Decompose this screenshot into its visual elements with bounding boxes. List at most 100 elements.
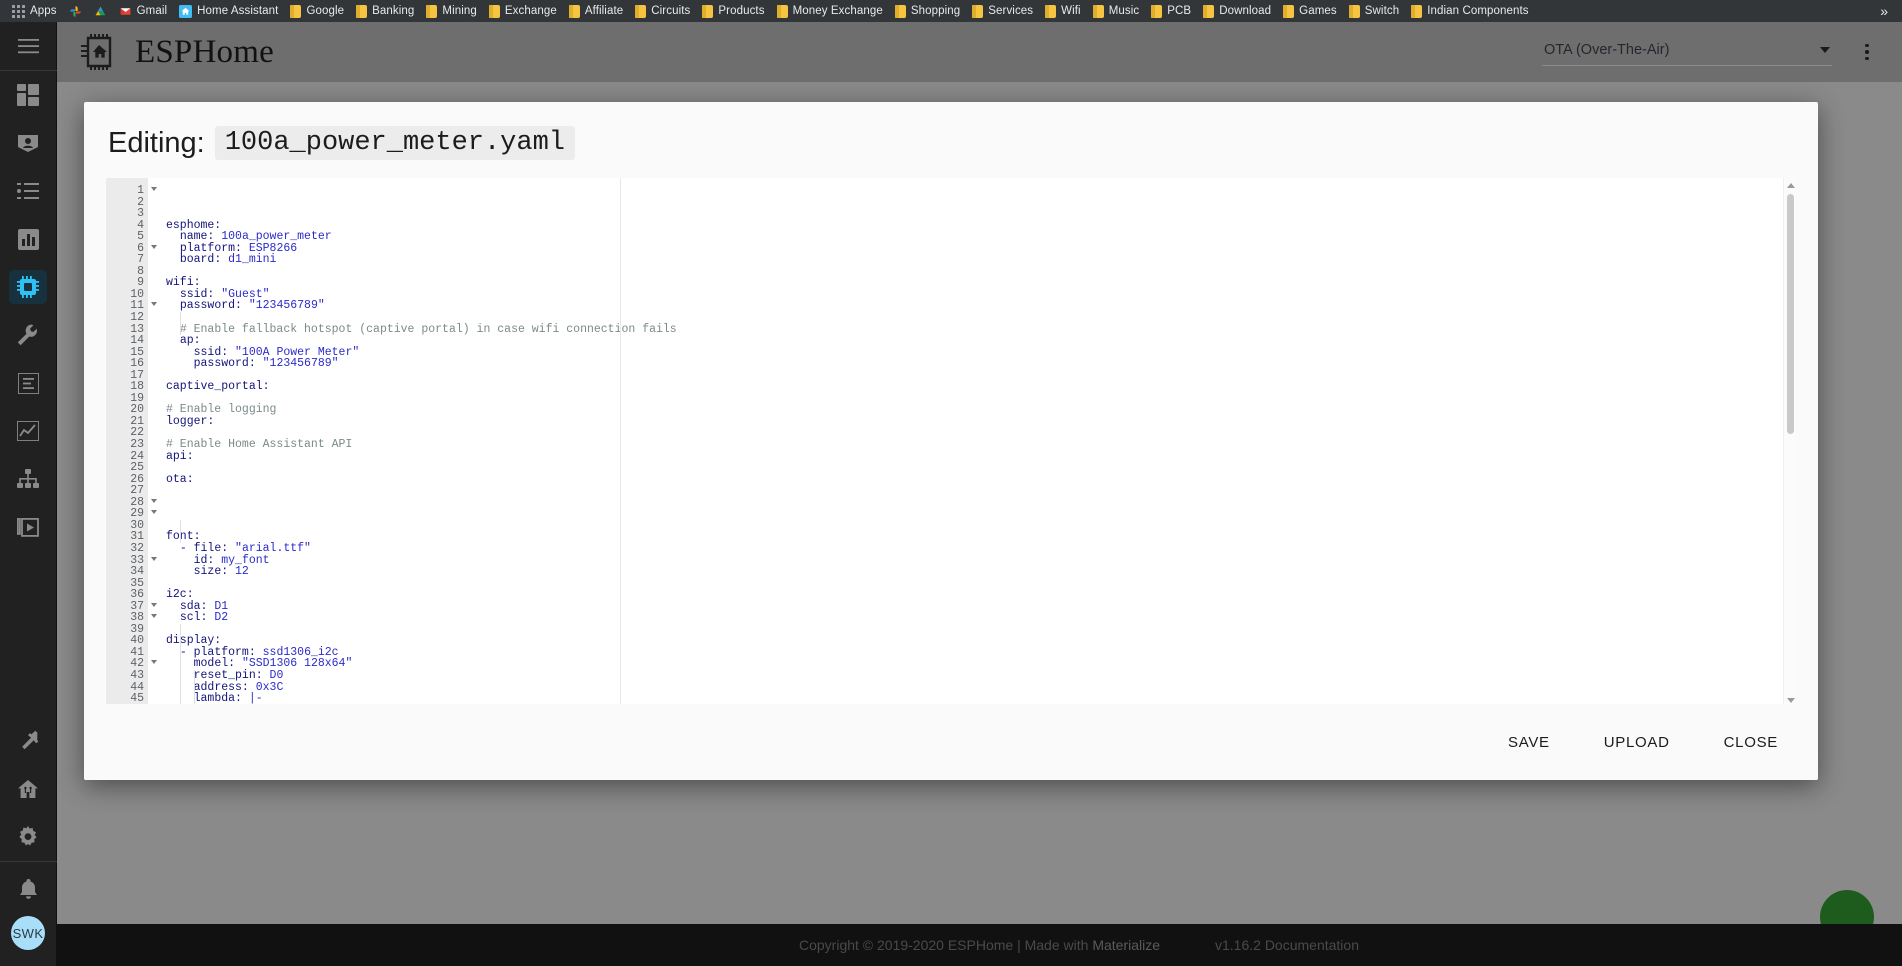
hamburger-menu-icon <box>17 38 39 53</box>
line-number: 23 <box>130 438 144 452</box>
sidebar-item-overview[interactable] <box>0 71 57 119</box>
bookmark-folder-download[interactable]: Download <box>1197 1 1277 21</box>
folder-icon <box>1348 4 1360 18</box>
bookmarks-overflow-button[interactable]: » <box>1872 3 1896 19</box>
upload-button[interactable]: UPLOAD <box>1594 726 1680 759</box>
bookmark-label: Music <box>1108 5 1140 17</box>
editor-code-area[interactable]: esphome: name: 100a_power_meter platform… <box>148 178 1796 707</box>
sidebar-item-home-assistant[interactable] <box>0 765 57 813</box>
scroll-up-arrow-icon[interactable] <box>1787 183 1795 188</box>
bookmark-folder-games[interactable]: Games <box>1277 1 1343 21</box>
folder-icon <box>356 4 368 18</box>
editor-line-number-gutter: 1 2 3 4 5 6 7 8 9 10 11 12 13 14 15 16 17 18 19 20 21 22 23 24 2… <box>106 178 157 707</box>
sidebar-item-history[interactable] <box>0 407 57 455</box>
browser-bookmarks-bar: Apps Gmail Home Assistant Google Banking… <box>0 0 1902 22</box>
sidebar-item-media[interactable] <box>0 503 57 551</box>
bookmark-folder-pcb[interactable]: PCB <box>1145 1 1197 21</box>
code-line: address: 0x3C <box>193 680 284 694</box>
bookmark-label: Games <box>1299 5 1337 17</box>
folder-icon <box>1203 4 1215 18</box>
line-number: 14 <box>130 334 144 348</box>
folder-icon <box>1045 4 1057 18</box>
footer-copyright: Copyright © 2019-2020 ESPHome | Made wit… <box>57 937 1902 953</box>
bookmark-label: PCB <box>1167 5 1192 17</box>
left-nav-rail: SWK <box>0 22 57 966</box>
scrollbar-thumb[interactable] <box>1787 194 1794 434</box>
bookmark-folder-affiliate[interactable]: Affiliate <box>563 1 629 21</box>
footer-copyright-text: Copyright © 2019-2020 ESPHome | Made wit… <box>798 937 1093 953</box>
avatar[interactable]: SWK <box>11 916 45 950</box>
bookmark-folder-products[interactable]: Products <box>696 1 770 21</box>
sidebar-item-contacts[interactable] <box>0 119 57 167</box>
sidebar-item-notifications[interactable] <box>0 862 57 916</box>
more-vertical-icon[interactable] <box>1848 43 1886 61</box>
header-actions: OTA (Over-The-Air) <box>1542 38 1902 66</box>
bookmark-folder-circuits[interactable]: Circuits <box>629 1 696 21</box>
sidebar-item-statistics[interactable] <box>0 215 57 263</box>
line-number: 3 <box>137 207 144 221</box>
sidebar-item-developer-tools[interactable] <box>0 311 57 359</box>
sitemap-icon <box>17 469 39 488</box>
bookmark-folder-indian-components[interactable]: Indian Components <box>1405 1 1534 21</box>
footer-version[interactable]: v1.16.2 Documentation <box>1215 937 1359 953</box>
folder-icon <box>972 4 984 18</box>
bookmark-home-assistant[interactable]: Home Assistant <box>173 1 284 21</box>
google-drive-icon <box>95 6 105 15</box>
editing-label: Editing: <box>108 126 205 159</box>
bookmark-folder-wifi[interactable]: Wifi <box>1039 1 1087 21</box>
sidebar-item-settings[interactable] <box>0 813 57 861</box>
bookmark-gmail[interactable]: Gmail <box>113 1 174 21</box>
home-logo-icon <box>18 780 38 798</box>
ota-select[interactable]: OTA (Over-The-Air) <box>1542 38 1832 66</box>
bookmark-folder-exchange[interactable]: Exchange <box>483 1 563 21</box>
media-player-icon <box>17 517 39 537</box>
sidebar-item-menu[interactable] <box>0 22 57 70</box>
close-button[interactable]: CLOSE <box>1714 726 1788 759</box>
code-line: model: "SSD1306 128x64" <box>193 657 353 671</box>
bookmark-folder-money-exchange[interactable]: Money Exchange <box>771 1 889 21</box>
apps-button[interactable]: Apps <box>6 1 63 21</box>
editor-vertical-scrollbar[interactable] <box>1783 178 1796 707</box>
indent-guide <box>179 312 181 336</box>
yaml-code-editor[interactable]: 1 2 3 4 5 6 7 8 9 10 11 12 13 14 15 16 17 18 19 20 21 22 23 24 2… <box>106 178 1796 708</box>
line-number: 34 <box>130 565 144 579</box>
folder-icon <box>776 4 788 18</box>
code-line: board: d1_mini <box>179 253 277 267</box>
bookmark-folder-mining[interactable]: Mining <box>420 1 482 21</box>
bookmark-folder-music[interactable]: Music <box>1087 1 1146 21</box>
folder-icon <box>702 4 714 18</box>
sidebar-item-network[interactable] <box>0 455 57 503</box>
bookmark-folder-google[interactable]: Google <box>284 1 350 21</box>
bookmark-folder-switch[interactable]: Switch <box>1343 1 1405 21</box>
bookmark-drive[interactable] <box>88 1 113 21</box>
materialize-link[interactable]: Materialize <box>1092 937 1160 953</box>
bookmark-folder-shopping[interactable]: Shopping <box>889 1 966 21</box>
bookmark-label: Banking <box>372 5 415 17</box>
sidebar-item-logbook[interactable] <box>0 359 57 407</box>
code-line: password: "123456789" <box>179 299 325 313</box>
line-number: 45 <box>130 692 144 706</box>
bookmark-photos[interactable] <box>63 1 88 21</box>
modal-action-bar: SAVE UPLOAD CLOSE <box>84 704 1818 780</box>
chip-icon <box>17 276 39 298</box>
sidebar-item-esphome[interactable] <box>0 263 57 311</box>
gmail-icon <box>120 7 130 15</box>
code-line: ssid: "Guest" <box>179 287 270 301</box>
bookmark-folder-services[interactable]: Services <box>966 1 1039 21</box>
folder-icon <box>1283 4 1295 18</box>
home-assistant-icon <box>179 4 193 18</box>
sidebar-item-todo[interactable] <box>0 167 57 215</box>
folder-icon <box>635 4 647 18</box>
save-button[interactable]: SAVE <box>1498 726 1560 759</box>
code-line: esphome: <box>166 218 222 232</box>
bookmark-folder-banking[interactable]: Banking <box>350 1 420 21</box>
brand-area[interactable]: ESPHome <box>57 32 274 72</box>
sidebar-item-supervisor[interactable] <box>0 717 57 765</box>
indent-guide <box>179 623 181 707</box>
line-number: 36 <box>130 588 144 602</box>
scroll-down-arrow-icon[interactable] <box>1787 698 1795 703</box>
apps-grid-icon <box>12 4 25 18</box>
code-line: api: <box>166 449 194 463</box>
